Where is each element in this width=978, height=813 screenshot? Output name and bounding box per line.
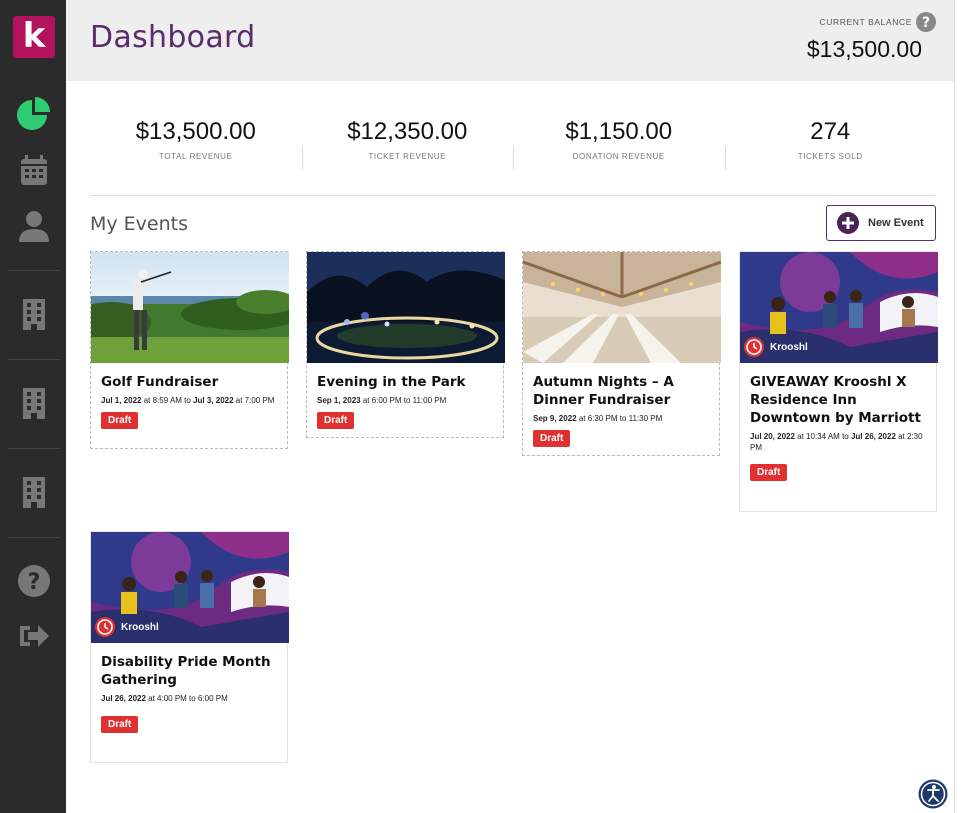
stat-label: TOTAL REVENUE bbox=[159, 152, 233, 161]
event-card[interactable]: Evening in the Park Sep 1, 2023 at 6:00 … bbox=[306, 251, 505, 438]
organizer-badge: Krooshl bbox=[744, 337, 808, 357]
sidebar: k ? bbox=[0, 0, 66, 813]
app-logo[interactable]: k bbox=[13, 16, 55, 58]
stat-donation-revenue: $1,150.00 DONATION REVENUE bbox=[513, 112, 725, 172]
sidebar-divider bbox=[8, 270, 60, 271]
new-event-label: New Event bbox=[868, 217, 924, 229]
event-title[interactable]: GIVEAWAY Krooshl X Residence Inn Downtow… bbox=[750, 373, 926, 427]
event-date: Jul 20, 2022 at 10:34 AM to Jul 26, 2022… bbox=[750, 432, 923, 452]
event-card[interactable]: Golf Fundraiser Jul 1, 2022 at 8:59 AM t… bbox=[90, 251, 289, 449]
balance-help-icon[interactable]: ? bbox=[916, 12, 936, 32]
stat-value: 274 bbox=[810, 118, 851, 145]
logout-icon[interactable] bbox=[16, 618, 52, 654]
organizer-badge: Krooshl bbox=[95, 617, 159, 637]
divider bbox=[90, 195, 936, 196]
sidebar-divider bbox=[8, 537, 60, 538]
svg-text:?: ? bbox=[28, 570, 41, 595]
event-title[interactable]: Evening in the Park bbox=[317, 373, 493, 391]
event-date: Sep 1, 2023 at 6:00 PM to 11:00 PM bbox=[317, 396, 447, 405]
balance-label: CURRENT BALANCE bbox=[819, 17, 912, 27]
event-title[interactable]: Autumn Nights – A Dinner Fundraiser bbox=[533, 373, 709, 409]
stat-value: $13,500.00 bbox=[135, 118, 256, 145]
event-date: Sep 9, 2022 at 6:30 PM to 11:30 PM bbox=[533, 414, 663, 423]
stats-row: $13,500.00 TOTAL REVENUE $12,350.00 TICK… bbox=[90, 112, 936, 172]
stat-value: $12,350.00 bbox=[347, 118, 468, 145]
section-title: My Events bbox=[90, 213, 189, 235]
event-date: Jul 1, 2022 at 8:59 AM to Jul 3, 2022 at… bbox=[101, 396, 275, 405]
stat-label: TICKET REVENUE bbox=[368, 152, 447, 161]
building-icon[interactable] bbox=[16, 385, 52, 421]
status-badge: Draft bbox=[101, 716, 139, 733]
stat-ticket-revenue: $12,350.00 TICKET REVENUE bbox=[301, 112, 514, 172]
event-image: Krooshl bbox=[740, 252, 938, 363]
sidebar-divider bbox=[8, 448, 60, 449]
status-badge: Draft bbox=[317, 412, 355, 429]
event-card[interactable]: Krooshl GIVEAWAY Krooshl X Residence Inn… bbox=[739, 251, 938, 512]
status-badge: Draft bbox=[101, 412, 139, 429]
sidebar-divider bbox=[8, 359, 60, 360]
status-badge: Draft bbox=[750, 464, 788, 481]
stat-label: DONATION REVENUE bbox=[572, 152, 665, 161]
new-event-button[interactable]: New Event bbox=[826, 205, 936, 241]
user-icon[interactable] bbox=[16, 208, 52, 244]
clock-icon bbox=[744, 337, 764, 357]
stat-tickets-sold: 274 TICKETS SOLD bbox=[724, 112, 937, 172]
calendar-icon[interactable] bbox=[16, 153, 52, 189]
building-icon[interactable] bbox=[16, 474, 52, 510]
balance-value: $13,500.00 bbox=[806, 36, 922, 62]
event-image bbox=[523, 252, 721, 363]
stat-total-revenue: $13,500.00 TOTAL REVENUE bbox=[90, 112, 302, 172]
event-card[interactable]: Autumn Nights – A Dinner Fundraiser Sep … bbox=[522, 251, 721, 456]
event-title[interactable]: Disability Pride Month Gathering bbox=[101, 653, 277, 689]
right-scroll-gutter bbox=[954, 0, 978, 813]
event-image: Krooshl bbox=[91, 532, 289, 643]
status-badge: Draft bbox=[533, 430, 571, 447]
page-header: Dashboard CURRENT BALANCE ? $13,500.00 bbox=[66, 0, 954, 81]
event-card[interactable]: Krooshl Disability Pride Month Gathering… bbox=[90, 531, 289, 763]
svg-text:?: ? bbox=[922, 15, 930, 31]
event-title[interactable]: Golf Fundraiser bbox=[101, 373, 277, 391]
event-date: Jul 26, 2022 at 4:00 PM to 6:00 PM bbox=[101, 694, 228, 703]
stat-value: $1,150.00 bbox=[565, 118, 673, 145]
building-icon[interactable] bbox=[16, 296, 52, 332]
stat-label: TICKETS SOLD bbox=[797, 152, 863, 161]
pie-chart-icon[interactable] bbox=[16, 96, 52, 132]
clock-icon bbox=[95, 617, 115, 637]
event-image bbox=[307, 252, 505, 363]
page-title: Dashboard bbox=[90, 20, 256, 55]
event-image bbox=[91, 252, 289, 363]
help-icon[interactable]: ? bbox=[16, 563, 52, 599]
accessibility-icon[interactable] bbox=[918, 779, 948, 809]
plus-circle-icon bbox=[837, 212, 859, 234]
